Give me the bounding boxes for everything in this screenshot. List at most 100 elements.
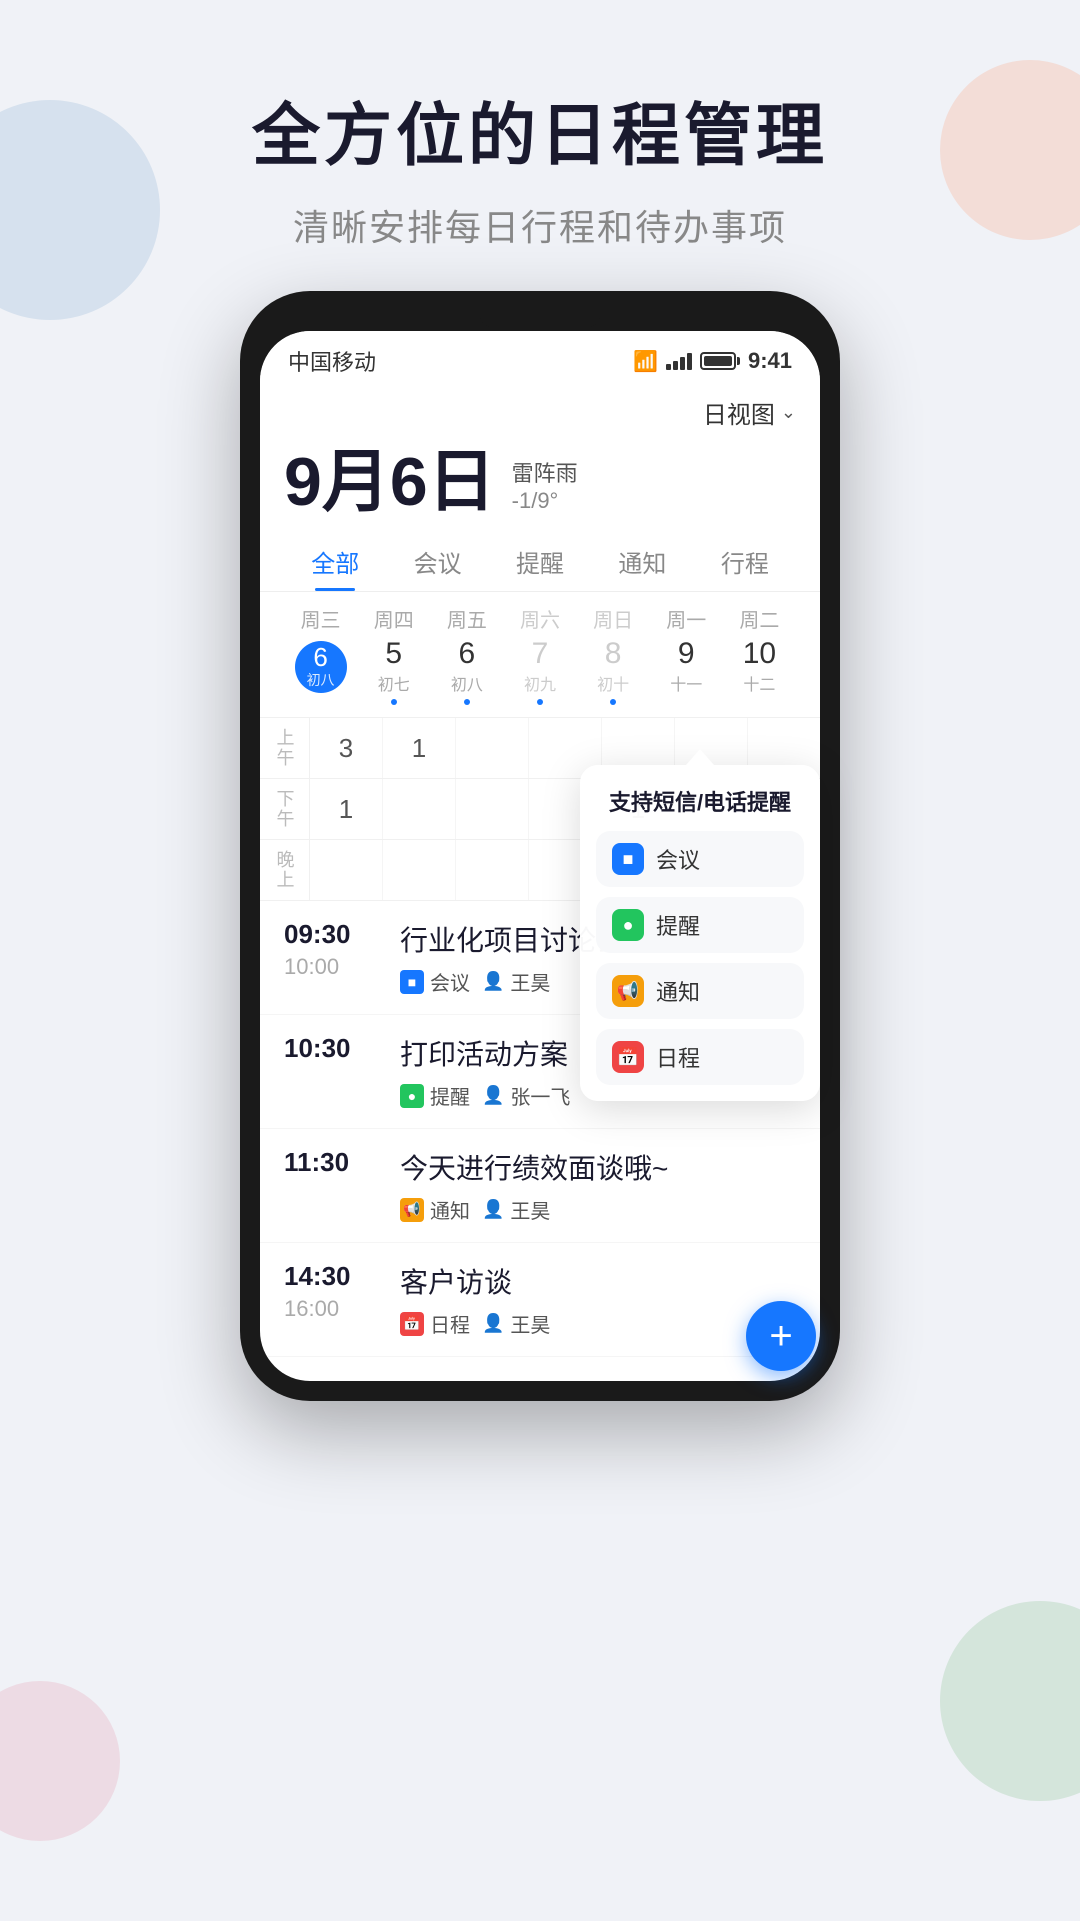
person-icon-3: 👤 (482, 1313, 504, 1334)
date-big: 9月6日 (284, 448, 496, 516)
week-date-6[interactable]: 10 十二 (723, 639, 796, 705)
grid-side-morning: 上午 (260, 718, 310, 778)
popup-option-reminder[interactable]: ● 提醒 (596, 897, 804, 953)
reminder-icon: ● (400, 1084, 424, 1108)
meeting-icon: ■ (400, 970, 424, 994)
signal-bar-4 (687, 353, 692, 370)
cell-a-2 (456, 779, 529, 839)
period-label-evening: 晚上 (272, 850, 298, 890)
category-tabs: 全部 会议 提醒 通知 行程 (260, 532, 820, 592)
person-icon-2: 👤 (482, 1199, 504, 1220)
phone-frame: 中国移动 📶 9:41 (240, 291, 840, 1401)
bg-circle-pink (0, 1681, 120, 1841)
weekday-label-6: 周二 (723, 604, 796, 639)
event-time-2: 11:30 (284, 1147, 384, 1178)
weekday-label-5: 周一 (650, 604, 723, 639)
event-details-2: 今天进行绩效面谈哦~ 📢 通知 👤 王昊 (384, 1147, 796, 1224)
cell-e-0 (310, 840, 383, 900)
period-label-afternoon: 下午 (272, 789, 298, 829)
top-bar: 日视图 ⌄ (260, 387, 820, 438)
signal-bar-1 (666, 364, 671, 370)
popup-tail (686, 749, 714, 765)
popup-schedule-icon: 📅 (612, 1041, 644, 1073)
tab-meeting[interactable]: 会议 (386, 532, 488, 591)
active-date-circle: 6 初八 (295, 641, 347, 693)
event-type-3: 📅 日程 (400, 1309, 470, 1338)
event-item-3[interactable]: 14:30 16:00 客户访谈 📅 日程 👤 王昊 (260, 1243, 820, 1357)
event-person-0: 👤 王昊 (482, 967, 550, 996)
signal-bar-2 (673, 361, 678, 370)
week-date-2[interactable]: 6 初八 (430, 639, 503, 705)
event-time-1: 10:30 (284, 1033, 384, 1064)
signal-bars (666, 352, 692, 370)
battery-icon (700, 352, 740, 370)
chevron-down-icon: ⌄ (781, 402, 796, 423)
cell-m-2 (456, 718, 529, 778)
tab-notify[interactable]: 通知 (591, 532, 693, 591)
popup-meeting-icon: ■ (612, 843, 644, 875)
grid-side-afternoon: 下午 (260, 779, 310, 839)
popup-notify-label: 通知 (656, 975, 700, 1007)
grid-side-evening: 晚上 (260, 840, 310, 900)
weekday-label-3: 周六 (503, 604, 576, 639)
tab-reminder[interactable]: 提醒 (489, 532, 591, 591)
popup-option-notify[interactable]: 📢 通知 (596, 963, 804, 1019)
battery-tip (737, 357, 740, 365)
week-date-0[interactable]: 6 初八 (284, 641, 357, 703)
weekday-label-0: 周三 (284, 604, 357, 639)
week-date-1[interactable]: 5 初七 (357, 639, 430, 705)
battery-body (700, 352, 736, 370)
week-date-4[interactable]: 8 初十 (577, 639, 650, 705)
tab-all[interactable]: 全部 (284, 532, 386, 591)
header-section: 全方位的日程管理 清晰安排每日行程和待办事项 (0, 0, 1080, 291)
event-details-3: 客户访谈 📅 日程 👤 王昊 (384, 1261, 796, 1338)
dot-5 (683, 699, 689, 705)
weekday-label-1: 周四 (357, 604, 430, 639)
person-icon-1: 👤 (482, 1085, 504, 1106)
popup-option-meeting[interactable]: ■ 会议 (596, 831, 804, 887)
popup-tooltip-text: 支持短信/电话提醒 (596, 785, 804, 817)
event-time-0: 09:30 10:00 (284, 919, 384, 980)
popup-meeting-label: 会议 (656, 843, 700, 875)
cell-m-0: 3 (310, 718, 383, 778)
week-dates: 6 初八 5 初七 6 初八 (260, 639, 820, 705)
popup-reminder-icon: ● (612, 909, 644, 941)
week-date-5[interactable]: 9 十一 (650, 639, 723, 705)
week-days-header: 周三 周四 周五 周六 周日 周一 周二 (260, 604, 820, 639)
event-person-1: 👤 张一飞 (482, 1081, 570, 1110)
battery-fill (704, 356, 732, 366)
week-calendar: 周三 周四 周五 周六 周日 周一 周二 6 初八 (260, 592, 820, 718)
page-title: 全方位的日程管理 (0, 80, 1080, 179)
signal-bar-3 (680, 357, 685, 370)
cell-a-0: 1 (310, 779, 383, 839)
tab-itinerary[interactable]: 行程 (694, 532, 796, 591)
phone-notch (480, 311, 600, 327)
event-person-3: 👤 王昊 (482, 1309, 550, 1338)
dot-6 (756, 699, 762, 705)
popup-reminder-label: 提醒 (656, 909, 700, 941)
weekday-label-2: 周五 (430, 604, 503, 639)
event-type-2: 📢 通知 (400, 1195, 470, 1224)
popup-options: ■ 会议 ● 提醒 📢 通知 📅 日程 (596, 831, 804, 1085)
page-subtitle: 清晰安排每日行程和待办事项 (0, 199, 1080, 251)
dot-0 (318, 697, 324, 703)
dot-4 (610, 699, 616, 705)
schedule-icon: 📅 (400, 1312, 424, 1336)
dot-1 (391, 699, 397, 705)
notify-icon: 📢 (400, 1198, 424, 1222)
popup-notify-icon: 📢 (612, 975, 644, 1007)
status-time: 9:41 (748, 348, 792, 374)
weather-info: 雷阵雨 -1/9° (512, 448, 578, 514)
person-icon-0: 👤 (482, 971, 504, 992)
phone-mockup: 中国移动 📶 9:41 (240, 291, 840, 1401)
event-item-2[interactable]: 11:30 今天进行绩效面谈哦~ 📢 通知 👤 王昊 (260, 1129, 820, 1243)
week-date-3[interactable]: 7 初九 (503, 639, 576, 705)
event-time-3: 14:30 16:00 (284, 1261, 384, 1322)
date-header: 9月6日 雷阵雨 -1/9° (260, 438, 820, 532)
view-selector-label: 日视图 (703, 395, 775, 430)
weather-text: 雷阵雨 (512, 456, 578, 488)
cell-m-1: 1 (383, 718, 456, 778)
weather-temp: -1/9° (512, 488, 559, 513)
view-selector[interactable]: 日视图 ⌄ (703, 395, 796, 430)
popup-option-schedule[interactable]: 📅 日程 (596, 1029, 804, 1085)
